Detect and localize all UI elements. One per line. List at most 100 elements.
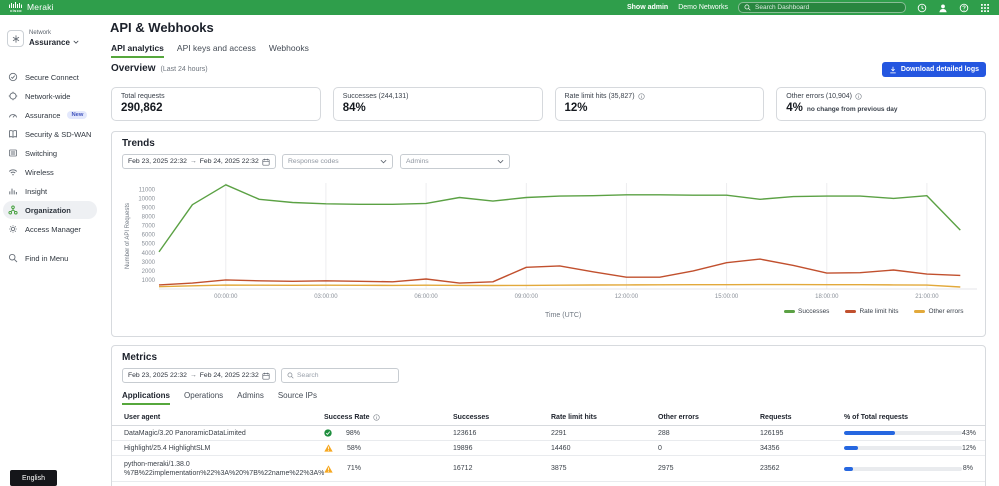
metrics-search-input[interactable] [297,372,393,379]
sidebar-item-wireless[interactable]: Wireless [3,163,97,181]
svg-text:8000: 8000 [142,215,156,221]
chevron-down-icon [73,40,79,44]
svg-text:6000: 6000 [142,233,156,239]
legend-other-errors[interactable]: Other errors [914,308,963,315]
top-bar: cisco Meraki Show admin Demo Networks [0,0,999,15]
download-logs-button[interactable]: Download detailed logs [882,62,986,77]
cell-successes: 16712 [453,465,551,472]
svg-text:7000: 7000 [142,224,156,230]
cell-success-rate: 58% [324,444,453,452]
language-button[interactable]: English [10,470,57,486]
find-in-menu-icon [8,253,18,263]
network-selector[interactable]: Network Assurance [7,30,79,47]
chevron-down-icon [380,159,387,164]
sidebar-item-security-sd-wan[interactable]: Security & SD-WAN [3,125,97,143]
sidebar-item-label: Security & SD-WAN [25,130,91,139]
cell-other-errors: 0 [658,445,760,452]
find-in-menu[interactable]: Find in Menu [3,249,97,267]
cell-rate-limit-hits: 3875 [551,465,658,472]
meraki-logo[interactable]: cisco Meraki [9,2,54,13]
trends-date-range[interactable]: Feb 23, 2025 22:32 → Feb 24, 2025 22:32 [122,154,276,169]
access-manager-icon [8,224,18,234]
date-from: Feb 23, 2025 22:32 [128,372,187,379]
card-value: 84% [343,102,366,114]
tab-webhooks[interactable]: Webhooks [269,43,309,58]
cell-rate-limit-hits: 2291 [551,430,658,437]
cell-user-agent: Highlight/25.4 HighlightSLM [124,444,324,453]
pct-label: 8% [963,465,973,472]
chart-legend: Successes Rate limit hits Other errors [784,308,964,315]
dashboard-search-input[interactable] [755,4,900,11]
metrics-tab-applications[interactable]: Applications [122,391,170,405]
sidebar-item-secure-connect[interactable]: Secure Connect [3,68,97,86]
help-icon[interactable] [958,2,969,13]
sidebar-item-organization[interactable]: Organization [3,201,97,219]
network-icon [7,30,24,47]
dashboard-search[interactable] [738,2,906,13]
network-selector-value: Assurance [29,38,70,47]
sidebar-item-label: Wireless [25,168,54,177]
tab-api-keys-and-access[interactable]: API keys and access [177,43,256,58]
cell-pct-of-total: 43% [844,430,976,437]
legend-successes[interactable]: Successes [784,308,829,315]
tab-api-analytics[interactable]: API analytics [111,43,164,58]
account-icon[interactable] [937,2,948,13]
info-icon[interactable] [638,93,645,100]
svg-text:2000: 2000 [142,269,156,275]
cell-success-rate: 98% [324,429,453,437]
svg-text:5000: 5000 [142,242,156,248]
cell-successes: 123616 [453,430,551,437]
card-rate-limit-hits: Rate limit hits (35,827)12% [555,87,765,121]
assurance-icon [8,110,18,120]
switching-icon [8,148,18,158]
svg-text:9000: 9000 [142,206,156,212]
card-value: 4% [786,102,803,114]
arrow-right-icon: → [190,158,197,165]
pct-bar-track [844,467,962,471]
response-codes-select[interactable]: Response codes [282,154,393,169]
legend-swatch [784,310,795,313]
svg-text:00:00:00: 00:00:00 [214,294,238,299]
sidebar-item-label: Network-wide [25,92,70,101]
success-check-icon [324,429,332,437]
sidebar-item-insight[interactable]: Insight [3,182,97,200]
column-header-other-errors: Other errors [658,414,760,421]
sidebar-item-network-wide[interactable]: Network-wide [3,87,97,105]
demo-networks-link[interactable]: Demo Networks [678,4,728,11]
security-sdwan-icon [8,129,18,139]
card-label: Other errors (10,904) [786,93,852,100]
date-from: Feb 23, 2025 22:32 [128,158,187,165]
legend-swatch [914,310,925,313]
date-to: Feb 24, 2025 22:32 [200,158,259,165]
apps-grid-icon[interactable] [979,2,990,13]
sidebar-item-access-manager[interactable]: Access Manager [3,220,97,238]
sidebar-item-assurance[interactable]: AssuranceNew [3,106,97,124]
show-admin-link[interactable]: Show admin [627,4,668,11]
wireless-icon [8,167,18,177]
metrics-tab-source-ips[interactable]: Source IPs [278,391,317,405]
pct-bar-fill [844,467,853,471]
cell-requests: 34356 [760,445,844,452]
sidebar-item-switching[interactable]: Switching [3,144,97,162]
metrics-tab-operations[interactable]: Operations [184,391,223,405]
legend-label: Successes [798,308,829,315]
sidebar-item-label: Secure Connect [25,73,79,82]
cisco-logo-icon: cisco [9,2,23,13]
whats-new-icon[interactable] [916,2,927,13]
download-icon [889,66,897,74]
metrics-search[interactable] [281,368,399,383]
table-row: python-meraki/1.38.0%7B%22implementation… [112,456,985,482]
column-header-requests: Requests [760,414,844,421]
table-row: Highlight/25.4 HighlightSLM58%1989614460… [112,441,985,456]
info-icon[interactable] [855,93,862,100]
metrics-tab-admins[interactable]: Admins [237,391,264,405]
admins-select[interactable]: Admins [400,154,510,169]
legend-label: Other errors [928,308,963,315]
sidebar-item-label: Switching [25,149,57,158]
legend-rate-limit-hits[interactable]: Rate limit hits [845,308,898,315]
table-body: DataMagic/3.20 PanoramicDataLimited98%12… [112,426,985,482]
pct-label: 12% [962,445,976,452]
card-note: no change from previous day [807,106,898,113]
metrics-date-range[interactable]: Feb 23, 2025 22:32 → Feb 24, 2025 22:32 [122,368,276,383]
info-icon[interactable] [373,414,380,421]
